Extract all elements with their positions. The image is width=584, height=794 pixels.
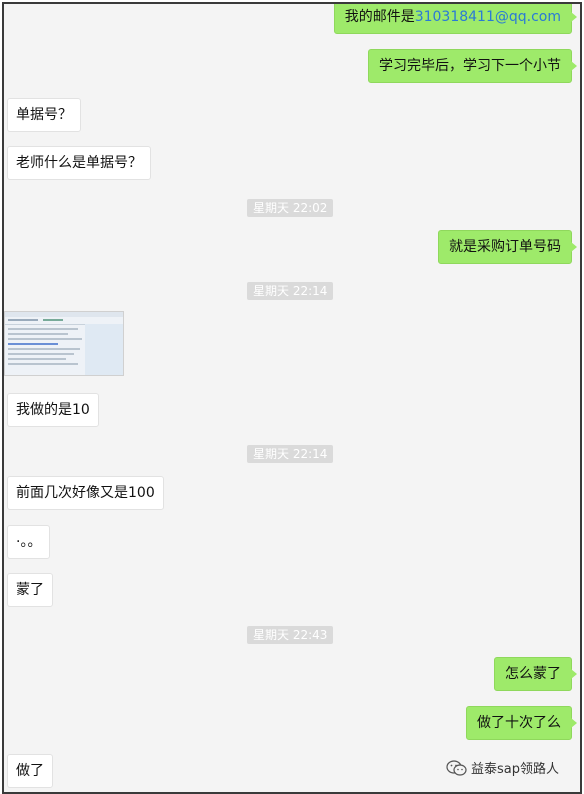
message-received[interactable]: 单据号？ <box>7 98 81 132</box>
wechat-icon <box>446 760 467 776</box>
message-received[interactable]: 我做的是10 <box>7 393 99 427</box>
message-received[interactable]: 老师什么是单据号？ <box>7 146 151 180</box>
image-message[interactable] <box>4 311 124 376</box>
timestamp: 星期天 22:02 <box>247 199 334 217</box>
chat-window: 我的邮件是310318411@qq.com 学习完毕后，学习下一个小节 单据号？… <box>2 2 582 794</box>
watermark-text: 益泰sap领路人 <box>471 762 559 777</box>
email-link[interactable]: 310318411@qq.com <box>415 9 561 25</box>
timestamp: 星期天 22:14 <box>247 445 334 463</box>
screenshot-thumbnail <box>5 312 123 375</box>
watermark: 益泰sap领路人 <box>446 758 559 777</box>
message-sent[interactable]: 怎么蒙了 <box>494 657 577 691</box>
message-text: 我的邮件是 <box>344 9 415 25</box>
message-sent[interactable]: 我的邮件是310318411@qq.com <box>333 4 578 34</box>
timestamp: 星期天 22:14 <box>247 282 334 300</box>
timestamp: 星期天 22:43 <box>247 626 334 644</box>
message-received[interactable]: 做了 <box>7 754 53 788</box>
message-received[interactable]: 蒙了 <box>7 573 53 607</box>
message-sent[interactable]: 学习完毕后，学习下一个小节 <box>368 49 577 83</box>
message-sent[interactable]: 做了十次了么 <box>466 706 577 740</box>
message-received[interactable]: 前面几次好像又是100 <box>7 476 164 510</box>
message-sent[interactable]: 就是采购订单号码 <box>438 230 577 264</box>
message-received[interactable]: ·。。 <box>7 525 51 559</box>
